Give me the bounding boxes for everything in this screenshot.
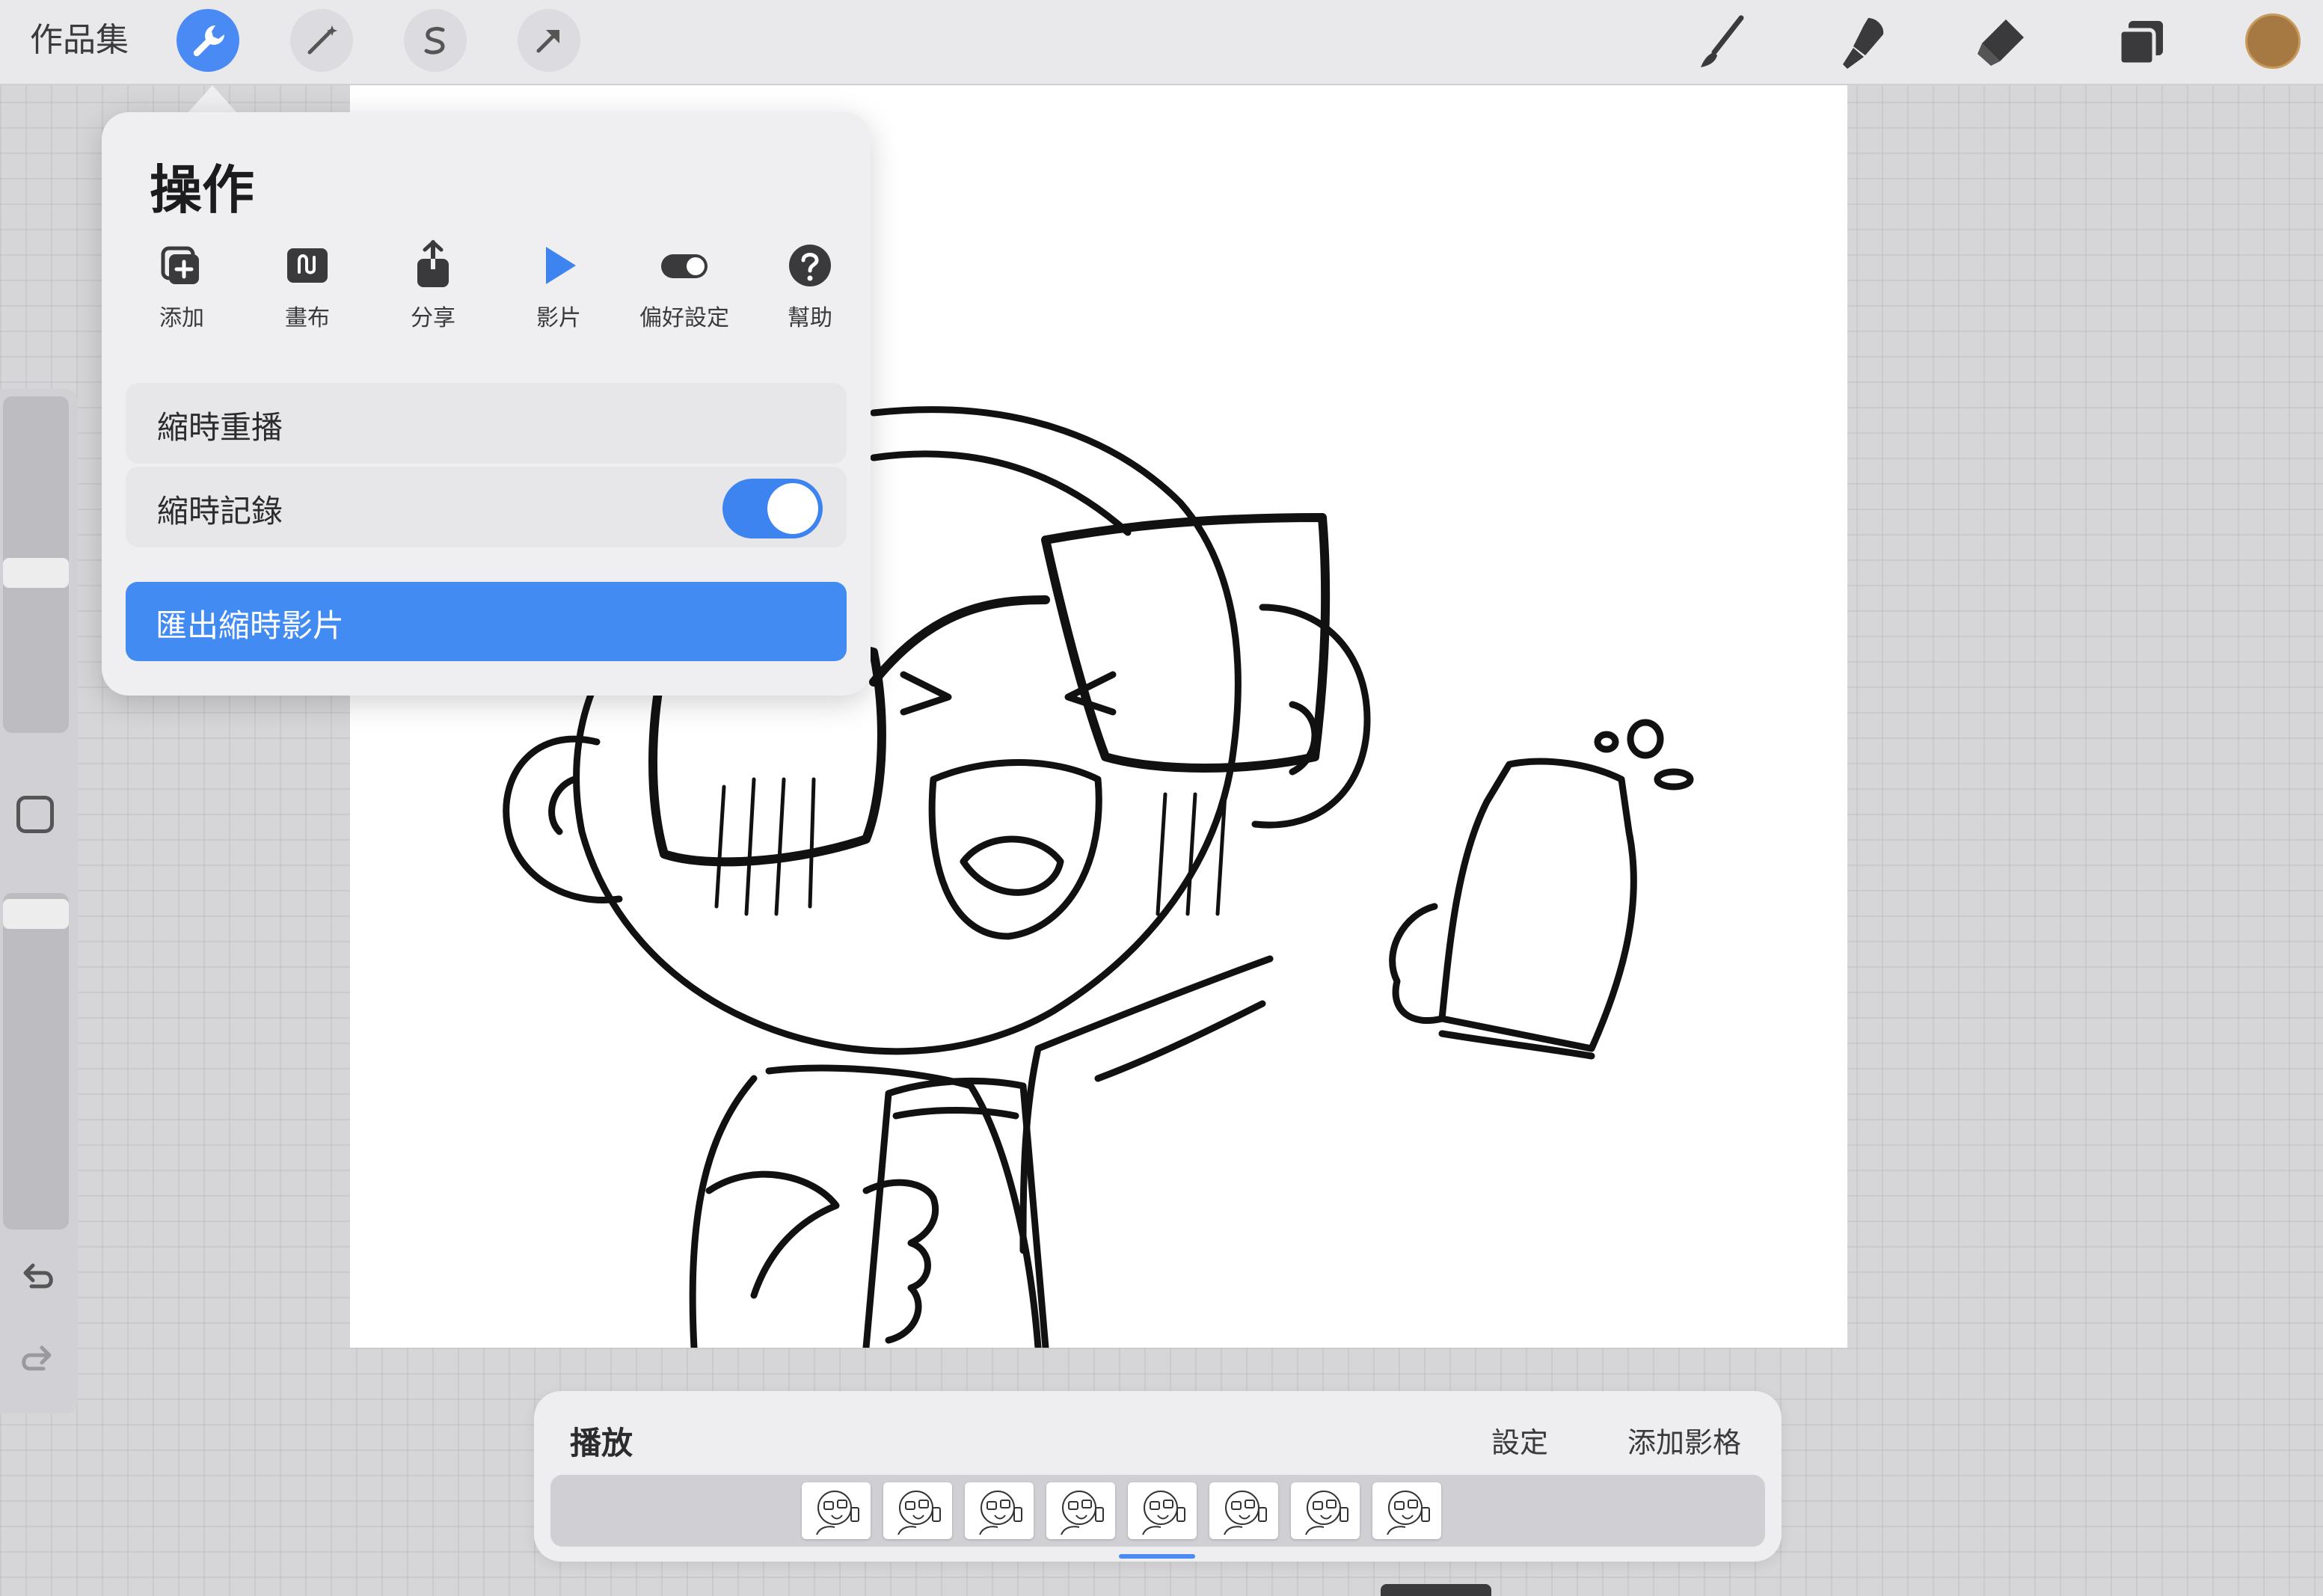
frame-thumbnail[interactable] xyxy=(965,1482,1034,1539)
frame-thumbnail[interactable] xyxy=(1372,1482,1441,1539)
playback-button[interactable]: 播放 xyxy=(570,1418,633,1464)
frame-thumbnail-drawing xyxy=(1305,1491,1348,1535)
help-icon xyxy=(789,245,831,286)
tab-video[interactable]: 影片 xyxy=(503,239,615,337)
frame-thumbnail-drawing xyxy=(1142,1491,1185,1535)
selection-s-icon[interactable] xyxy=(404,9,467,72)
frame-thumbnail-drawing xyxy=(1061,1491,1104,1535)
tab-add[interactable]: 添加 xyxy=(126,239,238,337)
frame-thumbnail[interactable] xyxy=(1209,1482,1278,1539)
frame-thumbnail[interactable] xyxy=(883,1482,952,1539)
eraser-icon[interactable] xyxy=(1970,10,2033,73)
tab-canvas[interactable]: 畫布 xyxy=(251,239,363,337)
frame-thumbnail-drawing xyxy=(1224,1491,1267,1535)
brush-icon[interactable] xyxy=(1692,10,1755,73)
frame-thumbnail-drawing xyxy=(816,1491,859,1535)
current-frame-indicator xyxy=(1119,1554,1195,1559)
tab-label: 幫助 xyxy=(788,305,832,331)
frame-thumbnail-drawing xyxy=(979,1491,1022,1535)
opacity-slider[interactable] xyxy=(3,893,69,1230)
top-toolbar: 作品集 xyxy=(0,0,2323,85)
frame-thumbnail[interactable] xyxy=(802,1482,871,1539)
export-timelapse-label: 匯出縮時影片 xyxy=(156,607,345,644)
tab-label: 偏好設定 xyxy=(639,305,729,331)
actions-popover: 操作 添加 畫布 分享 影片 偏好設定 幫助 縮時重播 縮時記錄 匯出縮時影片 xyxy=(102,112,871,696)
tab-label: 分享 xyxy=(411,305,455,331)
animation-settings-button[interactable]: 設定 xyxy=(1491,1419,1548,1461)
preferences-toggle-icon xyxy=(661,254,708,278)
tab-preferences[interactable]: 偏好設定 xyxy=(628,239,740,337)
smudge-icon[interactable] xyxy=(1831,10,1894,73)
opacity-knob[interactable] xyxy=(3,899,69,929)
export-timelapse-button[interactable]: 匯出縮時影片 xyxy=(126,582,847,661)
add-frame-button[interactable]: 添加影格 xyxy=(1627,1419,1741,1461)
layers-icon[interactable] xyxy=(2109,10,2172,73)
redo-icon[interactable] xyxy=(15,1339,60,1384)
adjustments-wand-icon[interactable] xyxy=(290,9,353,72)
modify-button[interactable] xyxy=(16,796,54,833)
timelapse-record-toggle[interactable] xyxy=(722,479,823,538)
frame-thumbnail[interactable] xyxy=(1128,1482,1197,1539)
brush-size-knob[interactable] xyxy=(3,558,69,588)
frame-timeline[interactable] xyxy=(550,1475,1765,1547)
timelapse-replay-row[interactable]: 縮時重播 xyxy=(126,383,847,464)
undo-icon[interactable] xyxy=(15,1256,60,1301)
timelapse-record-label: 縮時記錄 xyxy=(157,493,283,530)
frame-thumbnail-drawing xyxy=(897,1491,941,1535)
timelapse-replay-label: 縮時重播 xyxy=(157,409,283,446)
frame-thumbnail-drawing xyxy=(1387,1491,1430,1535)
gallery-button[interactable]: 作品集 xyxy=(30,16,129,64)
tab-label: 畫布 xyxy=(285,305,330,331)
frame-thumbnail[interactable] xyxy=(1291,1482,1360,1539)
timelapse-record-row: 縮時記錄 xyxy=(126,467,847,547)
animation-assist-panel: 播放 設定 添加影格 xyxy=(534,1391,1782,1562)
frame-thumbnail[interactable] xyxy=(1046,1482,1115,1539)
left-sidebar xyxy=(0,389,78,1414)
video-play-icon xyxy=(546,247,576,284)
popover-title: 操作 xyxy=(150,159,254,221)
tab-label: 添加 xyxy=(159,305,204,331)
tab-label: 影片 xyxy=(536,305,581,331)
home-indicator xyxy=(1381,1584,1491,1596)
actions-wrench-icon[interactable] xyxy=(177,9,239,72)
toggle-knob xyxy=(767,483,818,534)
tab-help[interactable]: 幫助 xyxy=(754,239,866,337)
canvas-icon xyxy=(287,248,328,283)
popover-arrow xyxy=(187,85,238,114)
color-picker-swatch[interactable] xyxy=(2245,13,2301,69)
transform-arrow-icon[interactable] xyxy=(518,9,580,72)
tab-share[interactable]: 分享 xyxy=(377,239,489,337)
add-icon xyxy=(161,246,199,284)
procreate-screen: 作品集 操作 添加 畫布 分享 影片 偏好設定 幫助 縮時重播 縮時記錄 匯出縮… xyxy=(0,0,2323,1596)
share-icon xyxy=(417,239,449,287)
